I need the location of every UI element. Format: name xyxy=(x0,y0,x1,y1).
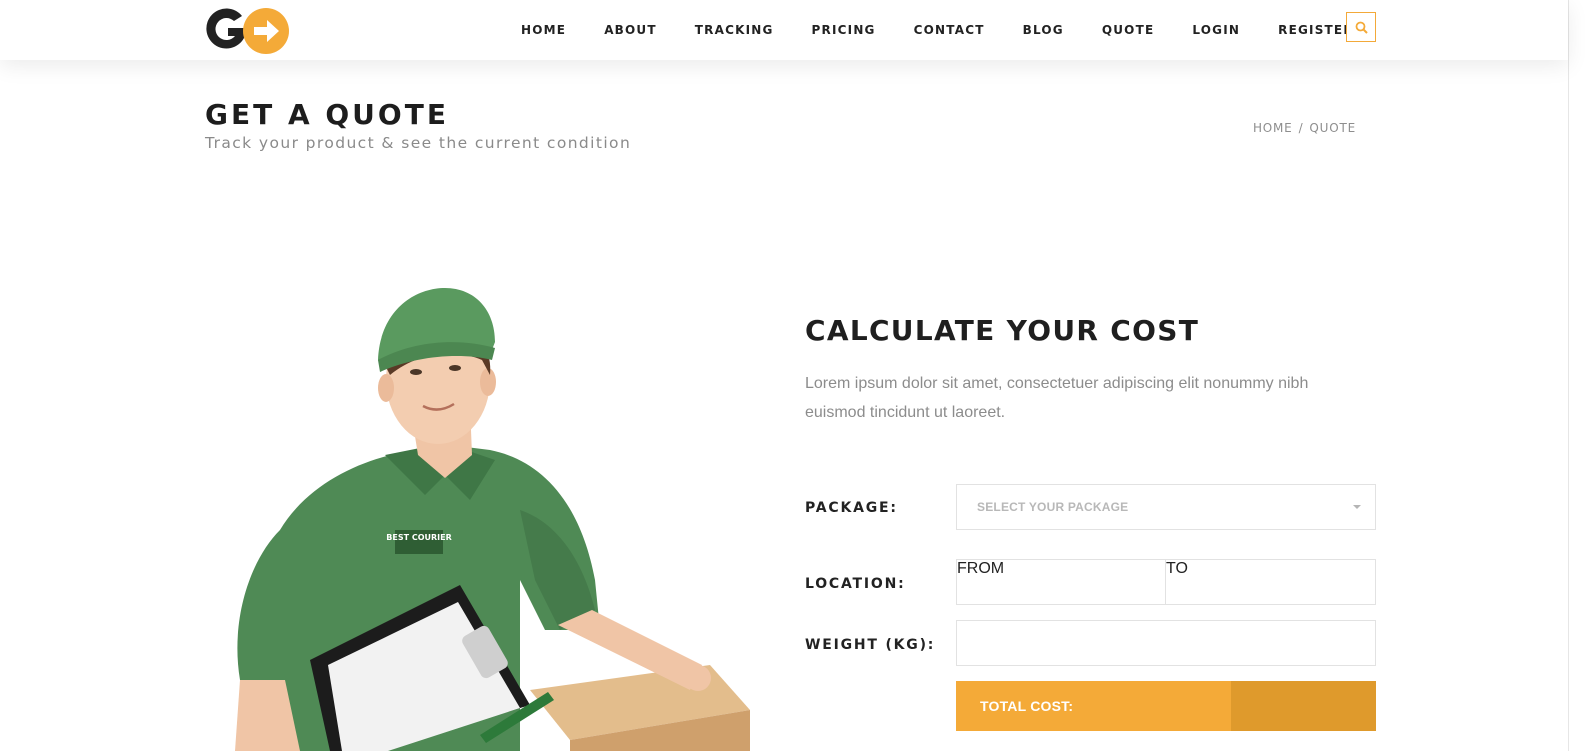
breadcrumb-current: QUOTE xyxy=(1309,121,1356,135)
page-title: GET A QUOTE xyxy=(205,98,449,131)
from-placeholder: FROM xyxy=(957,560,1005,577)
location-label: LOCATION: xyxy=(805,576,906,592)
chevron-down-icon xyxy=(1353,505,1361,509)
weight-label: WEIGHT (KG): xyxy=(805,637,936,653)
nav-tracking[interactable]: TRACKING xyxy=(676,23,793,37)
search-button[interactable] xyxy=(1346,12,1376,42)
vertical-scrollbar[interactable] xyxy=(1568,0,1585,751)
breadcrumb-separator: / xyxy=(1298,121,1304,135)
weight-input[interactable] xyxy=(956,620,1376,666)
main-nav: HOME ABOUT TRACKING PRICING CONTACT BLOG… xyxy=(502,0,1373,60)
site-header: HOME ABOUT TRACKING PRICING CONTACT BLOG… xyxy=(0,0,1568,60)
total-cost-value xyxy=(1231,681,1376,731)
location-to-input[interactable]: TO xyxy=(1166,559,1376,605)
shirt-logo-text: BEST COURIER xyxy=(386,533,452,542)
nav-contact[interactable]: CONTACT xyxy=(895,23,1004,37)
total-cost-label: TOTAL COST: xyxy=(980,698,1074,714)
calculator-description: Lorem ipsum dolor sit amet, consectetuer… xyxy=(805,375,1309,421)
breadcrumb: HOME / QUOTE xyxy=(1253,121,1356,135)
page-title-band: GET A QUOTE Track your product & see the… xyxy=(0,60,1568,180)
to-placeholder: TO xyxy=(1166,560,1188,577)
location-from-input[interactable]: FROM xyxy=(956,559,1166,605)
nav-quote[interactable]: QUOTE xyxy=(1083,23,1174,37)
package-select-placeholder: SELECT YOUR PACKAGE xyxy=(977,500,1129,514)
nav-login[interactable]: LOGIN xyxy=(1173,23,1259,37)
nav-blog[interactable]: BLOG xyxy=(1004,23,1083,37)
nav-home[interactable]: HOME xyxy=(502,23,585,37)
package-label: PACKAGE: xyxy=(805,500,898,516)
calculator-title: CALCULATE YOUR COST xyxy=(805,314,1200,347)
total-cost-bar: TOTAL COST: xyxy=(956,681,1376,731)
search-icon xyxy=(1355,21,1368,34)
courier-illustration: BEST COURIER xyxy=(235,288,750,751)
breadcrumb-home[interactable]: HOME xyxy=(1253,121,1293,135)
brand-logo[interactable] xyxy=(204,4,290,56)
nav-pricing[interactable]: PRICING xyxy=(793,23,895,37)
location-fields: FROM TO xyxy=(956,559,1376,605)
nav-about[interactable]: ABOUT xyxy=(585,23,676,37)
package-select[interactable]: SELECT YOUR PACKAGE xyxy=(956,484,1376,530)
page-subtitle: Track your product & see the current con… xyxy=(205,134,632,152)
